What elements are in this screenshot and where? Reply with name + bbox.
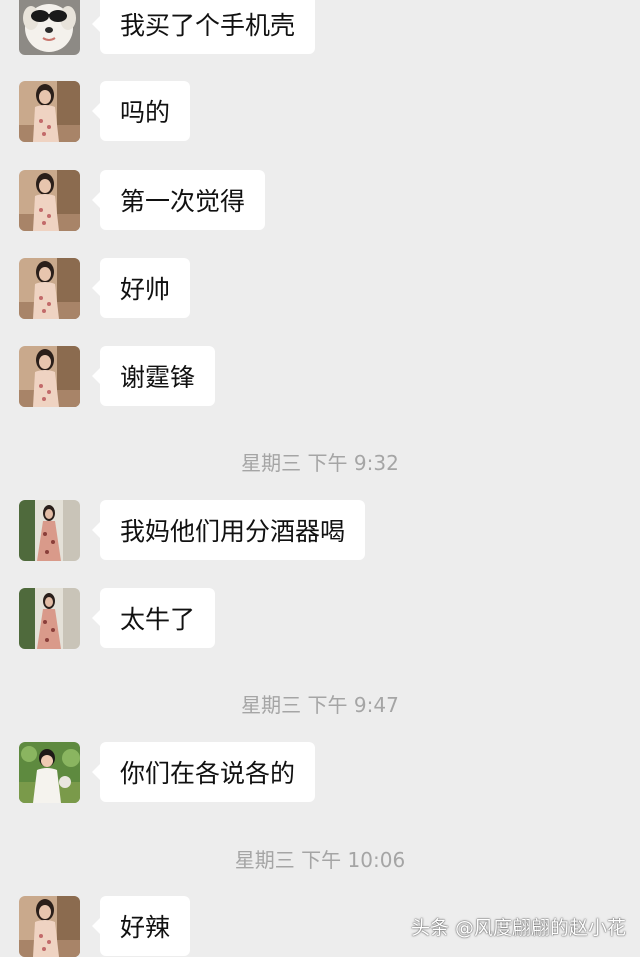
message-bubble[interactable]: 吗的: [91, 81, 191, 141]
girl-mirror-avatar[interactable]: [19, 170, 80, 231]
message-bubble[interactable]: 太牛了: [91, 588, 216, 648]
girl-garden-avatar[interactable]: [19, 742, 80, 803]
chat-timestamp: 星期三 下午 9:32: [241, 451, 399, 475]
message-bubble[interactable]: 谢霆锋: [91, 346, 216, 406]
chat-timestamp: 星期三 下午 10:06: [234, 848, 406, 872]
message-row: 太牛了: [19, 588, 216, 649]
dog-sunglasses-avatar[interactable]: [19, 0, 80, 55]
chat-timestamp: 星期三 下午 9:47: [241, 693, 399, 717]
message-bubble[interactable]: 好帅: [91, 258, 191, 318]
message-row: 你们在各说各的: [19, 742, 316, 803]
toutiao-watermark: 头条 @风度翩翩的赵小花: [410, 917, 626, 939]
girl-mirror-avatar[interactable]: [19, 346, 80, 407]
message-row: 第一次觉得: [19, 170, 266, 231]
message-bubble[interactable]: 我妈他们用分酒器喝: [91, 500, 366, 560]
girl-mirror-avatar[interactable]: [19, 81, 80, 142]
message-bubble[interactable]: 我买了个手机壳: [91, 0, 316, 54]
message-bubble[interactable]: 好辣: [91, 896, 191, 956]
girl-dress-avatar[interactable]: [19, 500, 80, 561]
girl-dress-avatar[interactable]: [19, 588, 80, 649]
message-row: 吗的: [19, 81, 191, 142]
message-row: 我买了个手机壳: [19, 0, 316, 55]
girl-mirror-avatar[interactable]: [19, 258, 80, 319]
message-row: 谢霆锋: [19, 346, 216, 407]
message-row: 好帅: [19, 258, 191, 319]
message-bubble[interactable]: 你们在各说各的: [91, 742, 316, 802]
message-row: 我妈他们用分酒器喝: [19, 500, 366, 561]
message-bubble[interactable]: 第一次觉得: [91, 170, 266, 230]
